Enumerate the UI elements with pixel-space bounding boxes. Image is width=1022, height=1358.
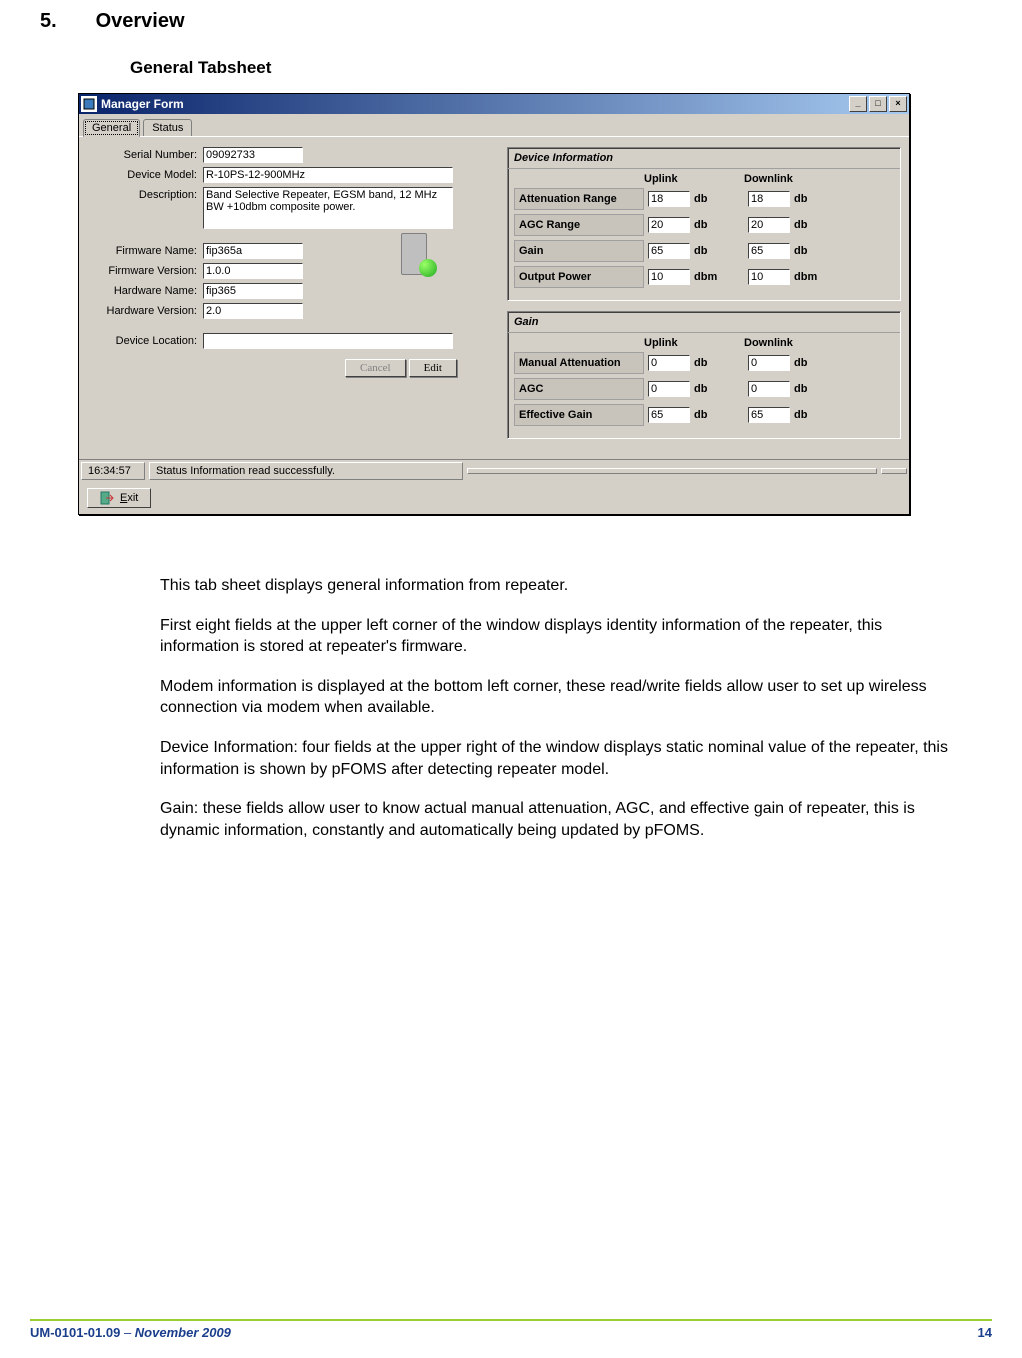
effective-gain-label: Effective Gain [514,404,644,426]
fwname-label: Firmware Name: [87,243,203,257]
atten-uplink-input[interactable] [648,191,690,207]
hwver-input[interactable] [203,303,303,319]
computer-icon [397,233,437,277]
hwver-label: Hardware Version: [87,303,203,317]
gain-panel: Gain Uplink Downlink Manual Attenuation … [507,311,901,439]
body-p5: Gain: these fields allow user to know ac… [160,798,962,841]
pwr-uplink-input[interactable] [648,269,690,285]
fwver-label: Firmware Version: [87,263,203,277]
cancel-button[interactable]: Cancel [345,359,406,377]
loc-label: Device Location: [87,333,203,347]
tab-strip: General Status [79,114,909,136]
tab-status[interactable]: Status [143,119,192,136]
agc-downlink-input[interactable] [748,217,790,233]
desc-input[interactable]: Band Selective Repeater, EGSM band, 12 M… [203,187,453,229]
serial-input[interactable] [203,147,303,163]
devinfo-col-downlink: Downlink [744,173,844,185]
footer-date: November 2009 [135,1325,231,1340]
agc2-uplink-input[interactable] [648,381,690,397]
status-spacer [467,468,877,474]
agc-label: AGC [514,378,644,400]
body-p2: First eight fields at the upper left cor… [160,615,962,658]
window-frame: Manager Form _ □ × General Status Serial… [78,93,910,515]
hwname-input[interactable] [203,283,303,299]
devinfo-col-uplink: Uplink [644,173,744,185]
man-downlink-input[interactable] [748,355,790,371]
gain-label: Gain [514,240,644,262]
status-grip [881,468,907,474]
body-p3: Modem information is displayed at the bo… [160,676,962,719]
device-info-panel: Device Information Uplink Downlink Atten… [507,147,901,301]
footer-page: 14 [978,1325,992,1340]
maximize-button[interactable]: □ [869,96,887,112]
minimize-button[interactable]: _ [849,96,867,112]
device-info-title: Device Information [508,148,900,169]
page-footer: UM-0101-01.09 – November 2009 14 [30,1319,992,1340]
subsection-heading: General Tabsheet [130,58,992,78]
tab-general[interactable]: General [83,119,140,137]
body-p1: This tab sheet displays general informat… [160,575,962,597]
section-number: 5. [40,10,90,33]
serial-label: Serial Number: [87,147,203,161]
footer-docnum: UM-0101-01.09 [30,1325,120,1340]
exit-button[interactable]: EExitxit [87,488,151,508]
body-text: This tab sheet displays general informat… [160,575,962,841]
eff-downlink-input[interactable] [748,407,790,423]
section-heading: 5. Overview [40,10,992,33]
man-uplink-input[interactable] [648,355,690,371]
gain-downlink-input[interactable] [748,243,790,259]
agc2-downlink-input[interactable] [748,381,790,397]
loc-input[interactable] [203,333,453,349]
section-title: Overview [96,10,185,32]
edit-button[interactable]: Edit [409,359,457,377]
model-input[interactable] [203,167,453,183]
model-label: Device Model: [87,167,203,181]
window-title: Manager Form [101,97,184,111]
gain-col-uplink: Uplink [644,337,744,349]
status-bar: 16:34:57 Status Information read success… [79,459,909,482]
title-bar[interactable]: Manager Form _ □ × [79,94,909,114]
atten-range-label: Attenuation Range [514,188,644,210]
close-button[interactable]: × [889,96,907,112]
pwr-downlink-input[interactable] [748,269,790,285]
eff-uplink-input[interactable] [648,407,690,423]
fwver-input[interactable] [203,263,303,279]
status-time: 16:34:57 [81,462,145,480]
gain-uplink-input[interactable] [648,243,690,259]
atten-downlink-input[interactable] [748,191,790,207]
gain-panel-title: Gain [508,312,900,333]
output-power-label: Output Power [514,266,644,288]
app-icon [81,96,97,112]
body-p4: Device Information: four fields at the u… [160,737,962,780]
exit-icon [100,491,114,505]
desc-label: Description: [87,187,203,201]
manual-atten-label: Manual Attenuation [514,352,644,374]
status-message: Status Information read successfully. [149,462,463,480]
gain-col-downlink: Downlink [744,337,844,349]
hwname-label: Hardware Name: [87,283,203,297]
agc-uplink-input[interactable] [648,217,690,233]
fwname-input[interactable] [203,243,303,259]
agc-range-label: AGC Range [514,214,644,236]
